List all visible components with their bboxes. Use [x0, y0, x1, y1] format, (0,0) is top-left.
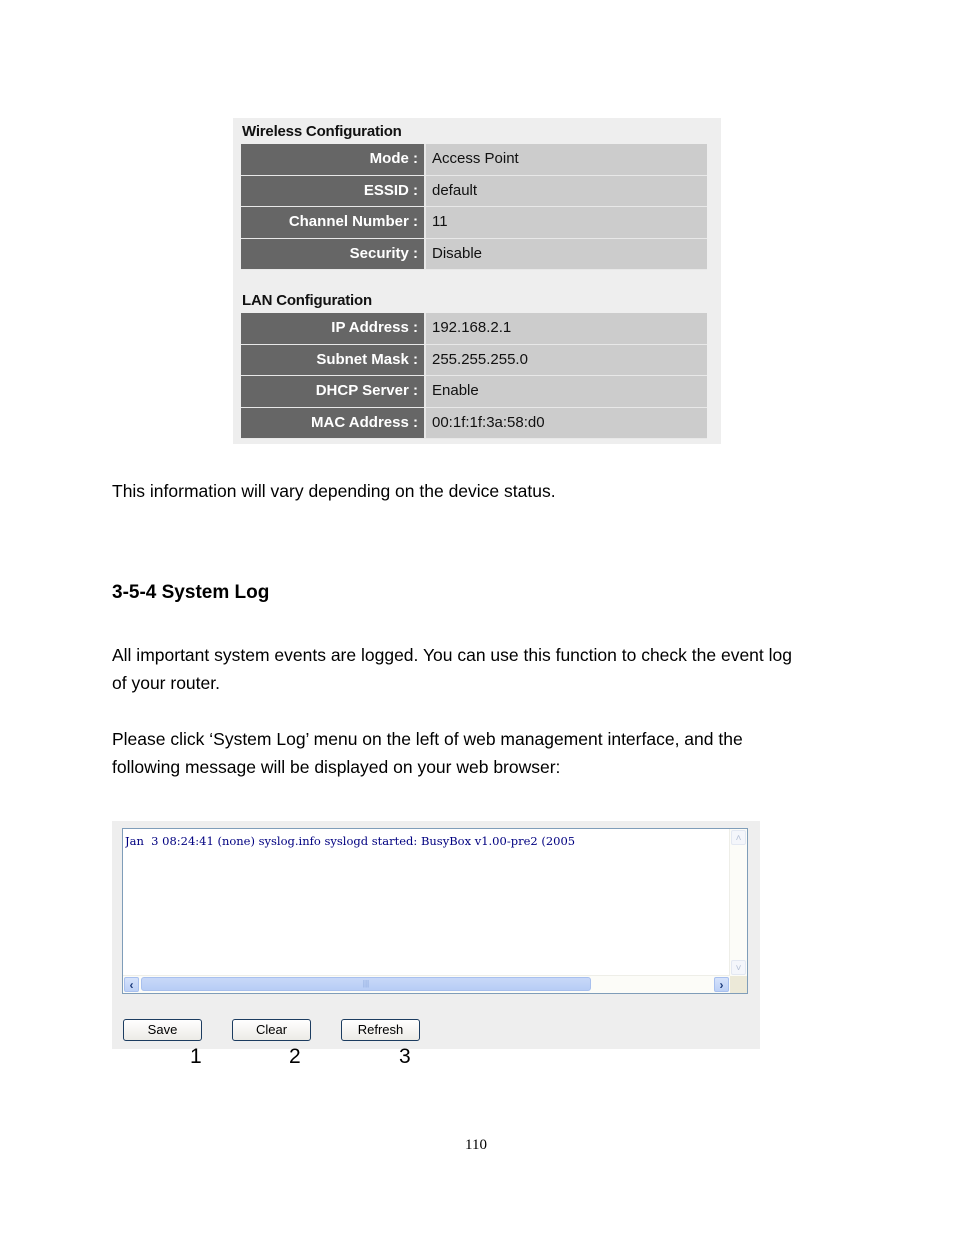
scrollbar-corner	[730, 976, 747, 993]
essid-value: default	[426, 175, 707, 206]
lan-config-table: IP Address : 192.168.2.1 Subnet Mask : 2…	[241, 313, 707, 439]
subnet-mask-label: Subnet Mask :	[241, 344, 426, 375]
clear-button[interactable]: Clear	[232, 1019, 311, 1041]
table-row: DHCP Server : Enable	[241, 376, 707, 408]
page-number: 110	[465, 1137, 487, 1153]
table-row: IP Address : 192.168.2.1	[241, 313, 707, 345]
table-row: ESSID : default	[241, 175, 707, 207]
table-row: MAC Address : 00:1f:1f:3a:58:d0	[241, 407, 707, 439]
instruction-line-1: Please click ‘System Log’ menu on the le…	[112, 729, 743, 749]
mode-label: Mode :	[241, 144, 426, 175]
table-row: Mode : Access Point	[241, 144, 707, 176]
mac-address-label: MAC Address :	[241, 407, 426, 438]
log-entry: Jan 3 08:24:41 (none) syslog.info syslog…	[125, 834, 576, 848]
essid-label: ESSID :	[241, 175, 426, 206]
intro-line-1: All important system events are logged. …	[112, 645, 792, 665]
mac-address-value: 00:1f:1f:3a:58:d0	[426, 407, 707, 438]
wireless-config-title: Wireless Configuration	[242, 123, 402, 140]
scroll-left-icon[interactable]: ‹	[124, 977, 139, 992]
table-row: Channel Number : 11	[241, 207, 707, 239]
vary-note: This information will vary depending on …	[112, 481, 556, 501]
scroll-right-icon[interactable]: ›	[714, 977, 729, 992]
dhcp-server-label: DHCP Server :	[241, 376, 426, 407]
intro-line-2: of your router.	[112, 673, 220, 693]
log-textarea[interactable]: Jan 3 08:24:41 (none) syslog.info syslog…	[122, 828, 748, 994]
security-label: Security :	[241, 238, 426, 269]
ip-address-label: IP Address :	[241, 313, 426, 344]
ip-address-value: 192.168.2.1	[426, 313, 707, 344]
wireless-config-table: Mode : Access Point ESSID : default Chan…	[241, 144, 707, 270]
callout-1: 1	[190, 1045, 202, 1068]
instruction-line-2: following message will be displayed on y…	[112, 757, 561, 777]
status-panel: Wireless Configuration Mode : Access Poi…	[233, 118, 721, 444]
table-row: Security : Disable	[241, 238, 707, 270]
scroll-down-icon[interactable]: ˅	[731, 960, 746, 975]
scroll-up-icon[interactable]: ˄	[731, 830, 746, 845]
channel-value: 11	[426, 207, 707, 238]
section-heading: 3-5-4 System Log	[112, 582, 270, 603]
security-value: Disable	[426, 238, 707, 269]
subnet-mask-value: 255.255.255.0	[426, 344, 707, 375]
scroll-thumb[interactable]: |||	[141, 977, 591, 991]
table-row: Subnet Mask : 255.255.255.0	[241, 344, 707, 376]
callout-3: 3	[399, 1045, 411, 1068]
refresh-button[interactable]: Refresh	[341, 1019, 420, 1041]
callout-2: 2	[289, 1045, 301, 1068]
vertical-scrollbar[interactable]: ˄ ˅	[729, 829, 747, 976]
system-log-panel: Jan 3 08:24:41 (none) syslog.info syslog…	[112, 821, 760, 1049]
dhcp-server-value: Enable	[426, 376, 707, 407]
channel-label: Channel Number :	[241, 207, 426, 238]
horizontal-scrollbar[interactable]: ‹ ||| ›	[123, 975, 730, 993]
mode-value: Access Point	[426, 144, 707, 175]
save-button[interactable]: Save	[123, 1019, 202, 1041]
lan-config-title: LAN Configuration	[242, 292, 372, 309]
